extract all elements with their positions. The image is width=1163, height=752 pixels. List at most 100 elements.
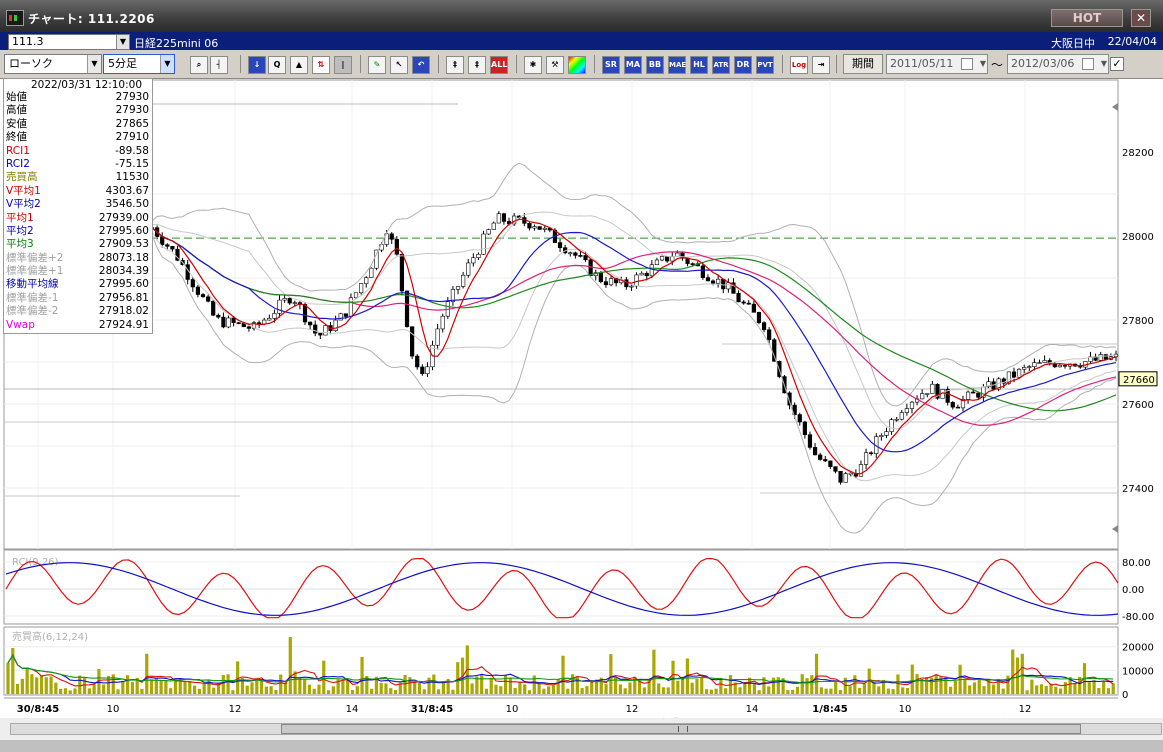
candle-body — [950, 402, 955, 408]
candle-body — [736, 293, 741, 303]
volume-bar — [724, 688, 728, 694]
volume-bar — [1102, 681, 1106, 694]
info-label: Vwap — [6, 318, 35, 331]
mountain-chart-icon[interactable]: ▲ — [290, 56, 308, 74]
calendar-icon[interactable] — [1082, 58, 1094, 70]
info-label: 標準偏差+1 — [6, 265, 64, 278]
volume-bar — [992, 684, 996, 694]
volume-bar — [838, 690, 843, 694]
candle-body — [404, 290, 410, 327]
log-icon[interactable]: Log — [790, 56, 808, 74]
exit-icon[interactable]: ⇥ — [812, 56, 830, 74]
volume-bar — [102, 684, 106, 694]
chart-canvas[interactable]: 28200 28000 27800 27600 27400 27660 80.00 0.00 -… — [0, 79, 1163, 749]
volume-bar — [6, 662, 10, 694]
sr-icon[interactable]: SR — [602, 56, 620, 74]
volume-bar — [350, 689, 355, 694]
candle-body — [292, 302, 297, 304]
chevron-down-icon[interactable]: ▼ — [87, 55, 101, 73]
wrench-icon[interactable]: ⚒ — [546, 56, 564, 74]
atr-icon[interactable]: ATR — [712, 56, 730, 74]
scroll-track[interactable] — [10, 723, 1162, 735]
period-button[interactable]: 期間 — [843, 54, 883, 74]
dr-icon[interactable]: DR — [734, 56, 752, 74]
volume-bar — [738, 687, 742, 694]
calendar-icon[interactable] — [961, 58, 973, 70]
x-axis-label: 31/8:45 — [411, 704, 453, 715]
period-checkbox[interactable]: ✓ — [1110, 57, 1124, 71]
volume-bar — [408, 677, 412, 694]
volume-bar — [355, 686, 359, 694]
crosshair-icon[interactable]: ┤ — [210, 56, 228, 74]
scroll-thumb[interactable] — [281, 724, 1081, 734]
volume-bar — [231, 690, 235, 694]
hl-icon[interactable]: HL — [690, 56, 708, 74]
candle-body — [318, 332, 323, 336]
color-icon[interactable] — [568, 56, 586, 74]
pen-icon[interactable]: ✎ — [368, 56, 386, 74]
close-button[interactable]: ✕ — [1131, 9, 1151, 27]
bar-icon[interactable]: | — [334, 56, 352, 74]
ma-icon[interactable]: MA — [624, 56, 642, 74]
magnify-chart-icon[interactable]: Q — [268, 56, 286, 74]
candle-body — [282, 298, 287, 301]
volume-bar — [279, 674, 283, 694]
undo-icon[interactable]: ↶ — [412, 56, 430, 74]
chart-type-select[interactable]: ローソク ▼ — [4, 54, 102, 74]
candle-body — [904, 408, 909, 413]
candle-body — [823, 459, 828, 462]
hot-button[interactable]: HOT — [1051, 9, 1123, 27]
date-to-field[interactable]: 2012/03/06 ▼ — [1007, 54, 1109, 74]
all-icon[interactable]: ALL — [490, 56, 508, 74]
chart-area[interactable]: 28200 28000 27800 27600 27400 27660 80.00 0.00 -… — [0, 79, 1163, 749]
candle-b-icon[interactable]: ‡ — [468, 56, 486, 74]
chevron-down-icon[interactable]: ▼ — [1101, 55, 1107, 73]
cursor-icon[interactable]: ↖ — [390, 56, 408, 74]
volume-bar — [829, 688, 833, 694]
symbol-input[interactable]: 111.3 ▼ — [8, 34, 130, 50]
candle-body — [665, 256, 670, 262]
chevron-down-icon[interactable]: ▼ — [116, 35, 129, 49]
tool-icon[interactable]: ✱ — [524, 56, 542, 74]
volume-bar — [1044, 685, 1048, 694]
time-scrollbar[interactable] — [0, 718, 1163, 740]
candle-body — [583, 255, 588, 261]
volume-bar — [78, 675, 82, 694]
updown-arrow-icon[interactable]: ⇅ — [312, 56, 330, 74]
volume-bar — [393, 690, 398, 694]
market-date: 22/04/04 — [1107, 35, 1157, 48]
chevron-down-icon[interactable]: ▼ — [980, 55, 986, 73]
candle-body — [1062, 364, 1068, 367]
candle-a-icon[interactable]: ‡ — [446, 56, 464, 74]
info-value: 11530 — [115, 171, 149, 184]
bb-icon[interactable]: BB — [646, 56, 664, 74]
date-from-field[interactable]: 2011/05/11 ▼ — [886, 54, 988, 74]
volume-bar — [35, 677, 39, 694]
chevron-down-icon[interactable]: ▼ — [160, 55, 174, 73]
candle-body — [435, 328, 440, 346]
volume-bar — [149, 679, 154, 694]
volume-bar — [288, 637, 292, 694]
volume-bar — [791, 689, 795, 694]
volume-bar — [20, 678, 24, 694]
volume-tick-label: 0 — [1122, 690, 1128, 701]
info-value: 27918.02 — [98, 305, 149, 318]
pvt-icon[interactable]: PVT — [756, 56, 774, 74]
scroll-grip-icon[interactable] — [678, 726, 688, 732]
volume-bar — [1020, 653, 1024, 694]
candle-body — [190, 279, 195, 288]
interval-select[interactable]: 5分足 ▼ — [103, 54, 175, 74]
info-value: 28034.39 — [98, 265, 149, 278]
info-row: Vwap 27924.91 — [4, 319, 152, 332]
candle-body — [863, 452, 869, 465]
x-axis-label: 10 — [107, 704, 120, 715]
candle-body — [858, 464, 864, 477]
price-tick-label: 27600 — [1122, 400, 1154, 411]
volume-bar — [652, 649, 656, 694]
info-label: V平均2 — [6, 198, 41, 211]
zoom-icon[interactable]: ⌕ — [190, 56, 208, 74]
candle-body — [746, 302, 751, 305]
mae-icon[interactable]: MAE — [668, 56, 686, 74]
volume-bar — [1087, 682, 1091, 694]
arrow-down-icon[interactable]: ↓ — [248, 56, 266, 74]
